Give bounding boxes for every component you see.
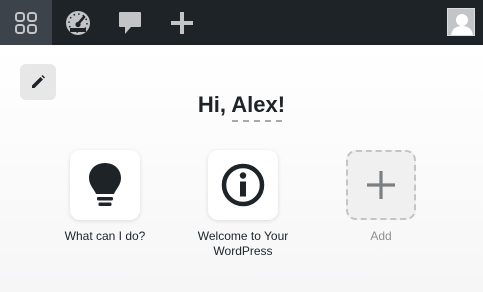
greeting-title: Hi, Alex!: [197, 92, 286, 117]
pencil-icon: [32, 75, 45, 88]
user-avatar[interactable]: [447, 8, 475, 36]
tile-label: What can I do?: [64, 229, 146, 243]
avatar-icon: [448, 9, 474, 35]
grid-icon: [15, 11, 37, 34]
tile-icon-box: [208, 150, 278, 220]
comment-icon: [119, 11, 141, 34]
tile-add[interactable]: Add: [326, 150, 436, 244]
tile-icon-box: [70, 150, 140, 220]
tile-icon-box: [346, 150, 416, 220]
tile-what-can-i-do[interactable]: What can I do?: [50, 150, 160, 244]
tile-label: Welcome to Your WordPress: [197, 229, 289, 258]
info-icon: [221, 163, 265, 207]
dashboard-button[interactable]: [52, 0, 104, 45]
admin-toolbar: [0, 0, 483, 45]
new-content-button[interactable]: [156, 0, 208, 45]
greeting-container: Hi, Alex!: [0, 92, 483, 118]
name-edit-underline[interactable]: [232, 120, 282, 122]
tile-label: Add: [370, 229, 392, 243]
plus-icon: [367, 171, 395, 199]
grid-menu-button[interactable]: [0, 0, 52, 45]
dashboard-panel: Hi, Alex! What can I do? Welcome to Your…: [0, 45, 483, 292]
comments-button[interactable]: [104, 0, 156, 45]
lightbulb-icon: [89, 163, 121, 206]
plus-icon: [171, 11, 193, 34]
dashboard-icon: [66, 10, 90, 35]
tile-welcome[interactable]: Welcome to Your WordPress: [188, 150, 298, 259]
